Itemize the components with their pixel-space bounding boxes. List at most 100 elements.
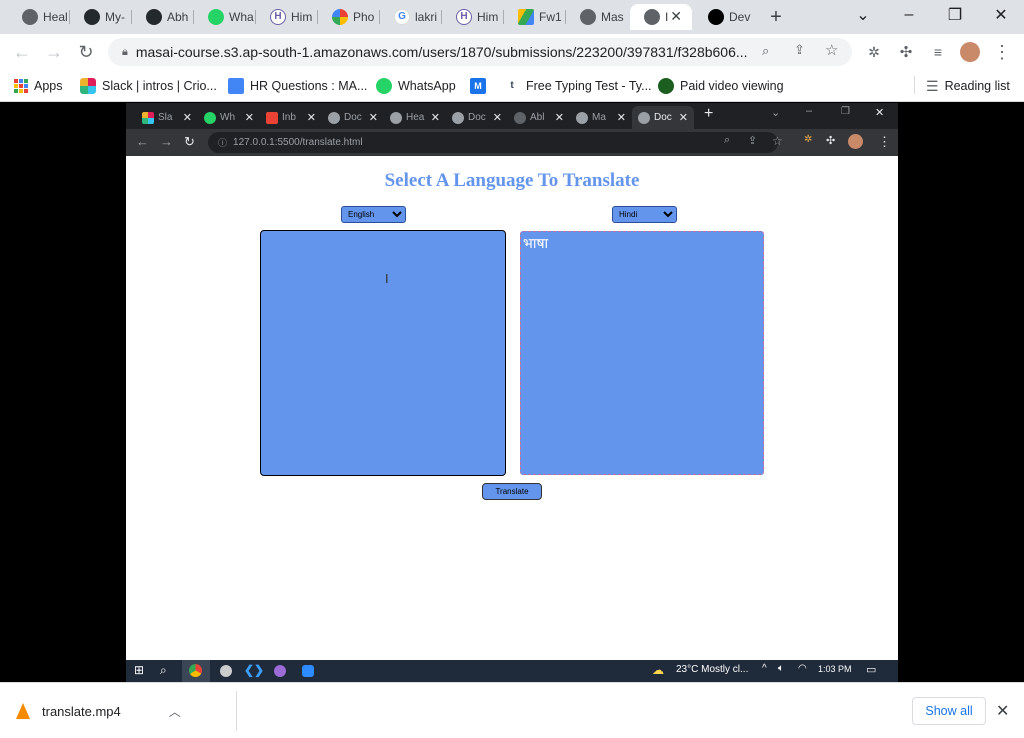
close-tab-icon[interactable]: ✕ — [245, 111, 254, 124]
zoom-app-taskbar-icon[interactable] — [300, 663, 316, 679]
bookmark-star-icon[interactable]: ☆ — [825, 41, 838, 59]
close-tab-icon[interactable]: ✕ — [369, 111, 378, 124]
forward-arrow-icon[interactable]: → — [42, 40, 66, 64]
inner-tab-2[interactable]: Wh ✕ — [198, 106, 260, 129]
bookmark-hr-questions[interactable]: HR Questions : MA... — [228, 77, 367, 95]
show-all-button[interactable]: Show all — [912, 697, 986, 725]
close-tab-icon[interactable]: ✕ — [307, 111, 316, 124]
chrome-canary-taskbar-icon[interactable] — [218, 663, 234, 679]
bookmark-apps[interactable]: Apps — [14, 77, 63, 95]
bookmark-paid-video[interactable]: Paid video viewing — [658, 77, 784, 95]
outer-tab-active[interactable]: I ✕ — [630, 4, 692, 30]
outer-tab-7[interactable]: G lakri — [380, 4, 442, 30]
inner-tab-1[interactable]: Sla ✕ — [136, 106, 198, 129]
outer-tab-8[interactable]: H Him — [442, 4, 504, 30]
outer-tab-3[interactable]: Abh — [132, 4, 194, 30]
close-tab-icon[interactable]: ✕ — [679, 111, 688, 124]
search-icon[interactable]: ⌕ — [160, 663, 176, 679]
restore-icon[interactable]: ❐ — [932, 0, 978, 30]
tray-chevron-icon[interactable]: ^ — [762, 663, 767, 674]
tab-label: Hea — [406, 112, 425, 123]
close-tab-icon[interactable]: ✕ — [493, 111, 502, 124]
close-window-icon[interactable]: ✕ — [875, 106, 884, 119]
back-arrow-icon[interactable]: ← — [10, 40, 34, 64]
inner-tab-7[interactable]: Abl ✕ — [508, 106, 570, 129]
source-language-select[interactable]: English — [341, 206, 406, 223]
globe-icon — [22, 9, 38, 25]
bookmark-whatsapp[interactable]: WhatsApp — [376, 77, 456, 95]
new-tab-icon[interactable]: + — [704, 105, 713, 123]
reload-icon[interactable]: ↻ — [184, 134, 195, 150]
close-icon[interactable]: ✕ — [996, 701, 1009, 721]
forward-arrow-icon[interactable]: → — [160, 134, 173, 149]
inner-tab-active[interactable]: Doc ✕ — [632, 106, 694, 129]
zoom-icon[interactable]: ⌕ — [724, 134, 730, 147]
notifications-icon[interactable]: ▭ — [866, 663, 876, 676]
bookmark-star-icon[interactable]: ☆ — [772, 134, 783, 148]
outer-tab-10[interactable]: Mas — [566, 4, 628, 30]
inner-tab-6[interactable]: Doc ✕ — [446, 106, 508, 129]
bookmark-slack[interactable]: Slack | intros | Crio... — [80, 77, 217, 95]
inner-tab-5[interactable]: Hea ✕ — [384, 106, 446, 129]
extensions-puzzle-icon[interactable]: ✣ — [894, 40, 918, 64]
vscode-taskbar-icon[interactable]: ❮❯ — [244, 663, 264, 679]
media-control-icon[interactable]: ≡ — [926, 40, 950, 64]
download-shelf: translate.mp4 ︿ Show all ✕ — [0, 682, 1024, 738]
close-tab-icon[interactable]: ✕ — [183, 111, 192, 124]
close-tab-icon[interactable]: ✕ — [555, 111, 564, 124]
extension-bug-icon[interactable]: ✲ — [804, 134, 812, 145]
close-tab-icon[interactable]: ✕ — [670, 8, 682, 25]
outer-tab-4[interactable]: Wha — [194, 4, 256, 30]
source-text-input[interactable] — [260, 230, 506, 476]
minimize-icon[interactable]: – — [806, 105, 812, 117]
obs-taskbar-icon[interactable] — [272, 663, 288, 679]
close-window-icon[interactable]: ✕ — [978, 0, 1024, 30]
profile-avatar[interactable] — [958, 40, 982, 64]
windows-start-icon[interactable]: ⊞ — [134, 663, 150, 679]
share-icon[interactable]: ⇪ — [794, 42, 805, 58]
address-bar[interactable]: 🔒︎ masai-course.s3.ap-south-1.amazonaws.… — [108, 38, 852, 66]
inner-tab-4[interactable]: Doc ✕ — [322, 106, 384, 129]
wifi-icon[interactable]: ◠ — [798, 663, 807, 674]
extension-bug-icon[interactable]: ✲ — [862, 40, 886, 64]
translate-button[interactable]: Translate — [482, 483, 542, 500]
tab-search-chevron-icon[interactable]: ⌄ — [840, 0, 886, 30]
outer-tab-2[interactable]: My- — [70, 4, 132, 30]
tab-search-chevron-icon[interactable]: ⌄ — [771, 106, 780, 119]
download-file-name: translate.mp4 — [42, 703, 121, 719]
minimize-icon[interactable]: – — [886, 0, 932, 30]
extensions-puzzle-icon[interactable]: ✣ — [826, 134, 835, 147]
target-language-select[interactable]: Hindi — [612, 206, 677, 223]
bookmark-mi[interactable]: M — [470, 77, 492, 95]
bookmark-typing-test[interactable]: t Free Typing Test - Ty... — [504, 77, 652, 95]
close-tab-icon[interactable]: ✕ — [431, 111, 440, 124]
vercel-icon — [708, 9, 724, 25]
restore-icon[interactable]: ❐ — [841, 106, 850, 117]
weather-text[interactable]: 23°C Mostly cl... — [676, 664, 748, 675]
menu-kebab-icon[interactable]: ⋮ — [878, 134, 891, 150]
outer-tab-6[interactable]: Pho — [318, 4, 380, 30]
outer-tab-12[interactable]: Dev — [694, 4, 756, 30]
chevron-up-icon[interactable]: ︿ — [169, 703, 181, 720]
tab-label: Fw1 — [539, 10, 562, 24]
reload-icon[interactable]: ↻ — [74, 40, 98, 64]
outer-tab-1[interactable]: Heal — [8, 4, 70, 30]
share-icon[interactable]: ⇪ — [748, 134, 757, 147]
new-tab-icon[interactable]: + — [761, 4, 791, 30]
volume-icon[interactable]: 🔈︎ — [778, 663, 784, 674]
close-tab-icon[interactable]: ✕ — [617, 111, 626, 124]
reading-list-button[interactable]: ☰ Reading list — [926, 77, 1010, 95]
outer-tab-9[interactable]: Fw1 — [504, 4, 566, 30]
inner-address-bar[interactable]: ⓘ 127.0.0.1:5500/translate.html — [208, 132, 778, 153]
outer-tab-5[interactable]: H Him — [256, 4, 318, 30]
back-arrow-icon[interactable]: ← — [136, 134, 149, 149]
h-icon: H — [456, 9, 472, 25]
inner-tab-3[interactable]: Inb ✕ — [260, 106, 322, 129]
menu-kebab-icon[interactable]: ⋮ — [990, 40, 1014, 64]
inner-tab-8[interactable]: Ma ✕ — [570, 106, 632, 129]
zoom-icon[interactable]: ⌕ — [762, 43, 769, 59]
clock-time[interactable]: 1:03 PM — [818, 664, 852, 674]
profile-avatar[interactable] — [848, 134, 863, 149]
download-item[interactable]: translate.mp4 ︿ — [16, 697, 181, 725]
chrome-taskbar-icon[interactable] — [182, 660, 210, 682]
